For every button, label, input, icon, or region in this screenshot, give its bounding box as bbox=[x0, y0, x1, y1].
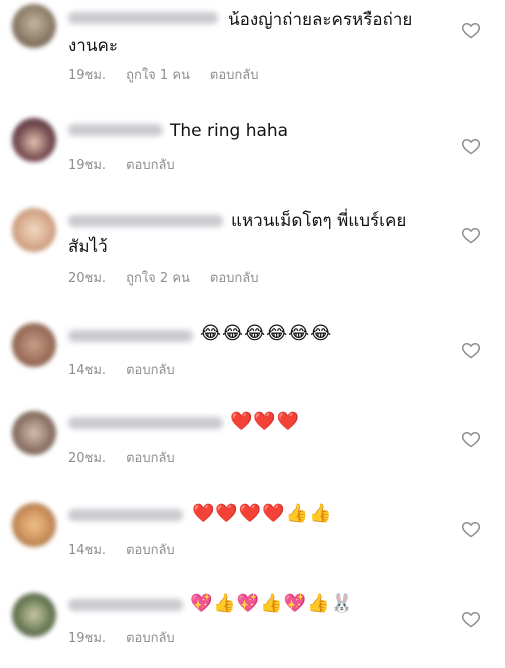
comment-text: ❤️❤️❤️❤️👍👍 bbox=[192, 503, 333, 524]
like-count[interactable]: ถูกใจ 2 คน bbox=[126, 267, 190, 288]
comment-text-line2: งานคะ bbox=[68, 36, 118, 56]
reply-button[interactable]: ตอบกลับ bbox=[126, 539, 175, 560]
heart-icon[interactable] bbox=[461, 136, 481, 156]
reply-button[interactable]: ตอบกลับ bbox=[126, 359, 175, 380]
heart-icon[interactable] bbox=[461, 225, 481, 245]
avatar[interactable] bbox=[12, 323, 56, 367]
comment-meta: 20ชม. ตอบกลับ bbox=[68, 447, 175, 468]
avatar[interactable] bbox=[12, 118, 56, 162]
avatar[interactable] bbox=[12, 411, 56, 455]
reply-button[interactable]: ตอบกลับ bbox=[210, 64, 259, 85]
timestamp: 14ชม. bbox=[68, 363, 107, 378]
reply-button[interactable]: ตอบกลับ bbox=[126, 447, 175, 468]
avatar[interactable] bbox=[12, 593, 56, 637]
timestamp: 19ชม. bbox=[68, 631, 107, 646]
like-count[interactable]: ถูกใจ 1 คน bbox=[126, 64, 190, 85]
timestamp: 14ชม. bbox=[68, 543, 107, 558]
reply-button[interactable]: ตอบกลับ bbox=[126, 154, 175, 175]
comment-text: น้องญ่าถ่ายละครหรือถ่าย bbox=[228, 10, 413, 30]
timestamp: 20ชม. bbox=[68, 451, 107, 466]
comment-text: The ring haha bbox=[170, 121, 289, 141]
comment-text-line2: สัมไว้ bbox=[68, 237, 108, 257]
avatar[interactable] bbox=[12, 4, 56, 48]
comment-text: 😂😂😂😂😂😂 bbox=[200, 323, 333, 344]
comment-meta: 19ชม. ตอบกลับ bbox=[68, 627, 175, 648]
comment-text: ❤️❤️❤️ bbox=[230, 411, 301, 432]
username-blurred[interactable] bbox=[68, 599, 183, 611]
username-blurred[interactable] bbox=[68, 12, 218, 24]
comment-text: แหวนเม็ดโตๆ พี่แบร์เคย bbox=[231, 211, 407, 231]
comment-meta: 19ชม. ถูกใจ 1 คน ตอบกลับ bbox=[68, 64, 259, 85]
reply-button[interactable]: ตอบกลับ bbox=[210, 267, 259, 288]
username-blurred[interactable] bbox=[68, 215, 223, 227]
username-blurred[interactable] bbox=[68, 509, 183, 521]
timestamp: 19ชม. bbox=[68, 68, 107, 83]
comment-meta: 14ชม. ตอบกลับ bbox=[68, 539, 175, 560]
comment-meta: 20ชม. ถูกใจ 2 คน ตอบกลับ bbox=[68, 267, 259, 288]
comment-meta: 19ชม. ตอบกลับ bbox=[68, 154, 175, 175]
timestamp: 20ชม. bbox=[68, 271, 107, 286]
comment-text: 💖👍💖👍💖👍🐰 bbox=[190, 593, 354, 614]
heart-icon[interactable] bbox=[461, 429, 481, 449]
timestamp: 19ชม. bbox=[68, 158, 107, 173]
avatar[interactable] bbox=[12, 208, 56, 252]
heart-icon[interactable] bbox=[461, 519, 481, 539]
heart-icon[interactable] bbox=[461, 340, 481, 360]
heart-icon[interactable] bbox=[461, 20, 481, 40]
heart-icon[interactable] bbox=[461, 609, 481, 629]
username-blurred[interactable] bbox=[68, 124, 163, 136]
avatar[interactable] bbox=[12, 503, 56, 547]
comment-meta: 14ชม. ตอบกลับ bbox=[68, 359, 175, 380]
username-blurred[interactable] bbox=[68, 330, 193, 342]
username-blurred[interactable] bbox=[68, 417, 223, 429]
reply-button[interactable]: ตอบกลับ bbox=[126, 627, 175, 648]
